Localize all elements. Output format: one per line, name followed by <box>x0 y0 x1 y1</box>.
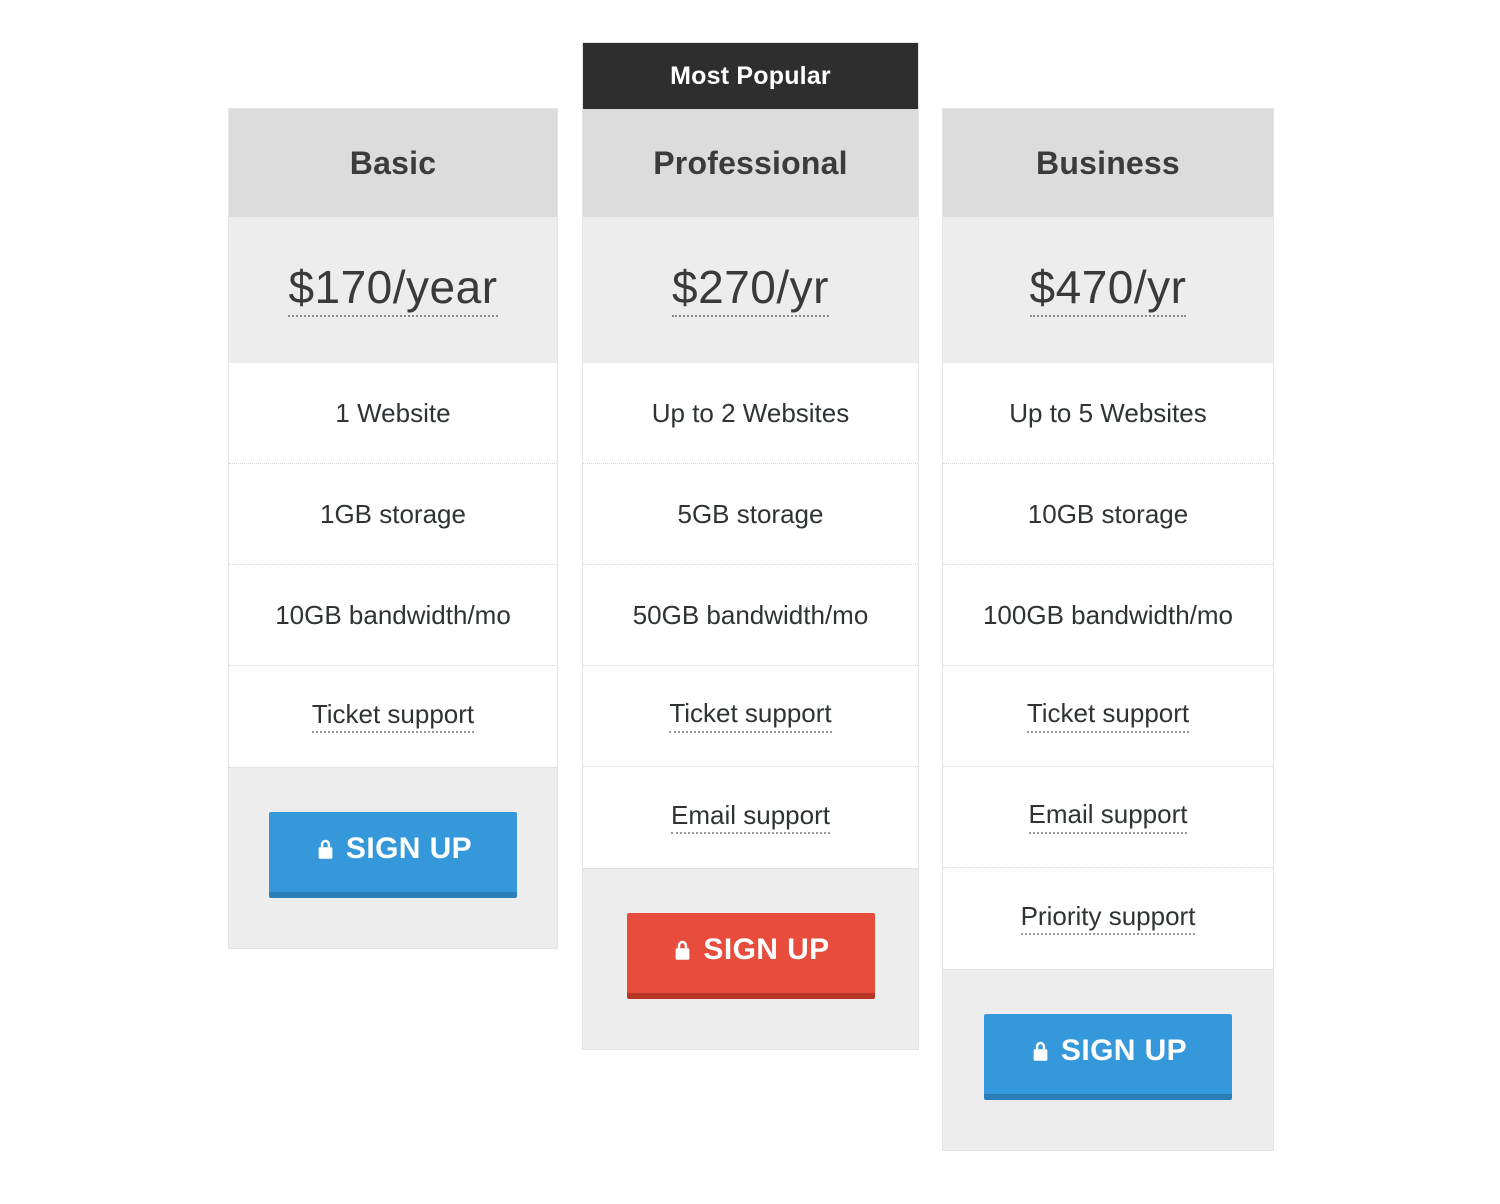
pricing-table: Basic $170/year 1 Website 1GB storage 10… <box>0 0 1500 1204</box>
feature-item: Email support <box>943 767 1273 868</box>
feature-label[interactable]: Priority support <box>1021 902 1196 936</box>
plan-card-business: Business $470/yr Up to 5 Websites 10GB s… <box>942 108 1274 1151</box>
feature-label: Up to 2 Websites <box>652 398 850 429</box>
feature-list-basic: 1 Website 1GB storage 10GB bandwidth/mo … <box>229 363 557 767</box>
feature-item: Up to 5 Websites <box>943 363 1273 464</box>
plan-price-professional: $270/yr <box>672 263 829 317</box>
signup-label: SIGN UP <box>1061 1034 1187 1068</box>
feature-label: 50GB bandwidth/mo <box>633 600 869 631</box>
feature-label: 100GB bandwidth/mo <box>983 600 1233 631</box>
feature-item: Email support <box>583 767 918 868</box>
plan-card-professional: Most Popular Professional $270/yr Up to … <box>582 42 919 1050</box>
plan-price-band-professional: $270/yr <box>583 217 918 363</box>
feature-label[interactable]: Ticket support <box>312 700 474 734</box>
feature-label[interactable]: Ticket support <box>1027 699 1189 733</box>
feature-item: 1GB storage <box>229 464 557 565</box>
feature-item: 100GB bandwidth/mo <box>943 565 1273 666</box>
feature-list-professional: Up to 2 Websites 5GB storage 50GB bandwi… <box>583 363 918 868</box>
plan-card-basic: Basic $170/year 1 Website 1GB storage 10… <box>228 108 558 949</box>
signup-label: SIGN UP <box>346 832 472 866</box>
feature-label: 5GB storage <box>678 499 824 530</box>
signup-button-basic[interactable]: SIGN UP <box>269 812 517 898</box>
feature-item: 10GB bandwidth/mo <box>229 565 557 666</box>
feature-item: Ticket support <box>583 666 918 767</box>
plan-title-business: Business <box>943 109 1273 217</box>
feature-label[interactable]: Email support <box>1029 800 1188 834</box>
feature-label: 1GB storage <box>320 499 466 530</box>
signup-button-business[interactable]: SIGN UP <box>984 1014 1232 1100</box>
feature-item: Ticket support <box>943 666 1273 767</box>
lock-icon <box>314 837 337 863</box>
plan-price-business: $470/yr <box>1030 263 1187 317</box>
plan-footer-business: SIGN UP <box>943 969 1273 1150</box>
signup-label: SIGN UP <box>703 933 829 967</box>
plan-title-professional: Professional <box>583 109 918 217</box>
plan-footer-basic: SIGN UP <box>229 767 557 948</box>
feature-label[interactable]: Email support <box>671 801 830 835</box>
feature-item: 50GB bandwidth/mo <box>583 565 918 666</box>
feature-label: 1 Website <box>335 398 450 429</box>
plan-footer-professional: SIGN UP <box>583 868 918 1049</box>
feature-item: 5GB storage <box>583 464 918 565</box>
feature-label: 10GB storage <box>1028 499 1188 530</box>
feature-list-business: Up to 5 Websites 10GB storage 100GB band… <box>943 363 1273 969</box>
feature-item: Ticket support <box>229 666 557 767</box>
most-popular-badge: Most Popular <box>583 43 918 109</box>
feature-item: 10GB storage <box>943 464 1273 565</box>
feature-item: Priority support <box>943 868 1273 969</box>
feature-item: 1 Website <box>229 363 557 464</box>
feature-label: Up to 5 Websites <box>1009 398 1207 429</box>
lock-icon <box>1029 1039 1052 1065</box>
lock-icon <box>671 938 694 964</box>
plan-price-band-business: $470/yr <box>943 217 1273 363</box>
feature-label: 10GB bandwidth/mo <box>275 600 511 631</box>
feature-label[interactable]: Ticket support <box>669 699 831 733</box>
plan-title-basic: Basic <box>229 109 557 217</box>
plan-price-band-basic: $170/year <box>229 217 557 363</box>
feature-item: Up to 2 Websites <box>583 363 918 464</box>
signup-button-professional[interactable]: SIGN UP <box>627 913 875 999</box>
plan-price-basic: $170/year <box>288 263 497 317</box>
